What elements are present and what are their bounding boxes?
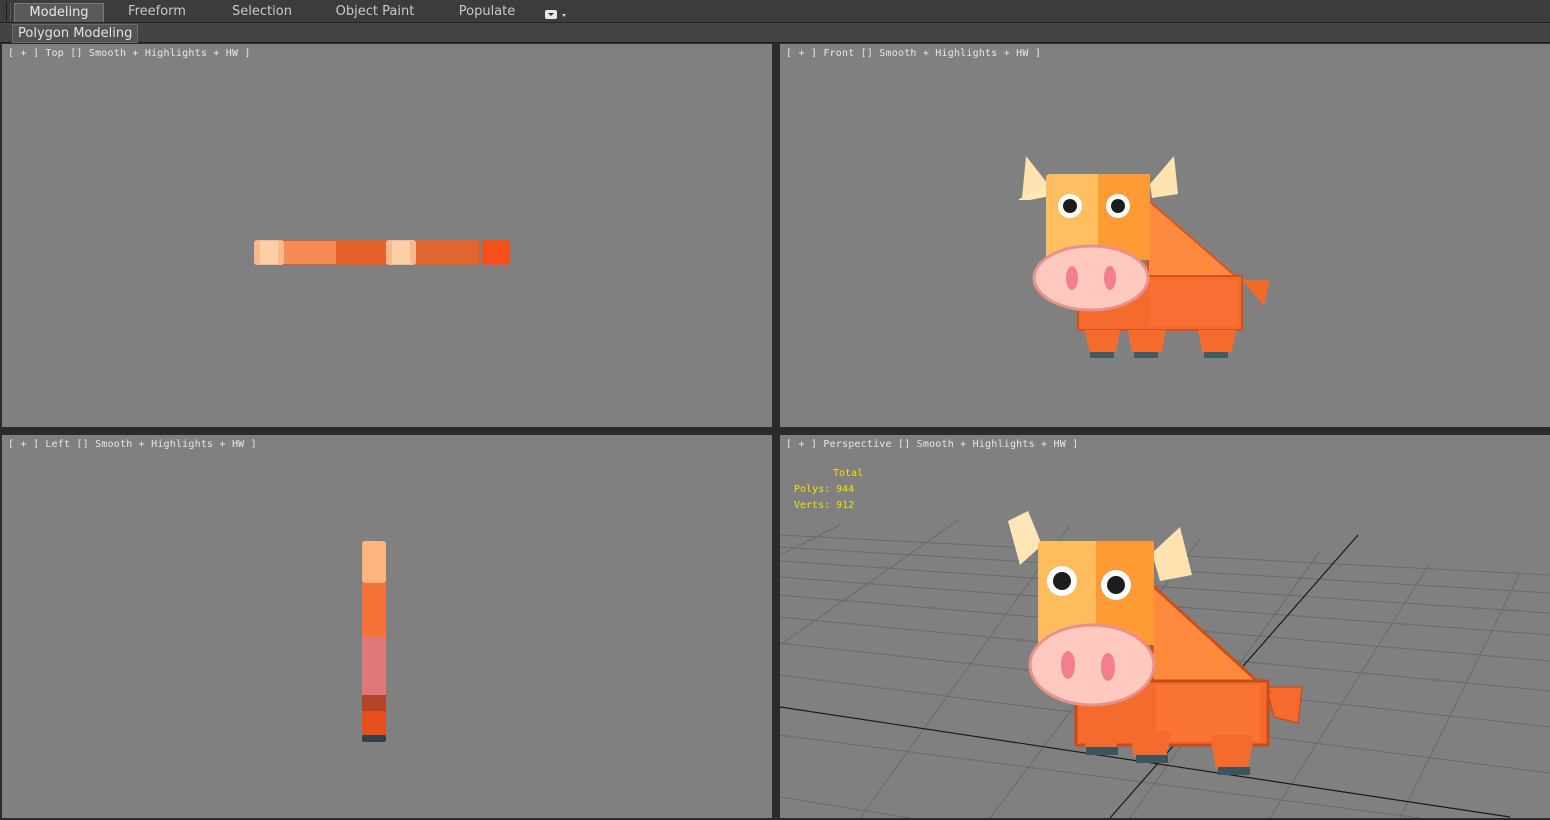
tab-object-paint[interactable]: Object Paint: [330, 3, 420, 21]
cow-left-view: [362, 541, 386, 742]
viewport-front[interactable]: [ + ] Front [] Smooth + Highlights + HW …: [780, 44, 1550, 427]
viewport-perspective[interactable]: [ + ] Perspective [] Smooth + Highlights…: [780, 435, 1550, 818]
cow-top-view: [254, 240, 510, 265]
cow-front-view: [1018, 156, 1270, 358]
options-dropdown-icon[interactable]: [544, 6, 570, 19]
viewport-top[interactable]: [ + ] Top [] Smooth + Highlights + HW ]: [2, 44, 772, 427]
stats-verts: Verts: 912: [794, 500, 855, 511]
scene-statistics: Total Polys: 944 Verts: 912: [794, 466, 863, 514]
polygon-modeling-button[interactable]: Polygon Modeling: [12, 24, 139, 43]
tab-populate[interactable]: Populate: [452, 3, 522, 21]
ribbon-tab-bar: Modeling Freeform Selection Object Paint…: [0, 0, 1550, 23]
stats-total-label: Total: [833, 468, 864, 479]
tab-selection[interactable]: Selection: [222, 3, 302, 21]
tab-modeling[interactable]: Modeling: [14, 3, 104, 22]
ribbon-grip-handle[interactable]: [6, 2, 11, 21]
perspective-scene: [780, 511, 1550, 818]
stats-polys: Polys: 944: [794, 484, 855, 495]
viewport-left[interactable]: [ + ] Left [] Smooth + Highlights + HW ]: [2, 435, 772, 818]
ribbon-panel-bar: Polygon Modeling: [0, 23, 1550, 43]
tab-freeform[interactable]: Freeform: [116, 3, 198, 21]
